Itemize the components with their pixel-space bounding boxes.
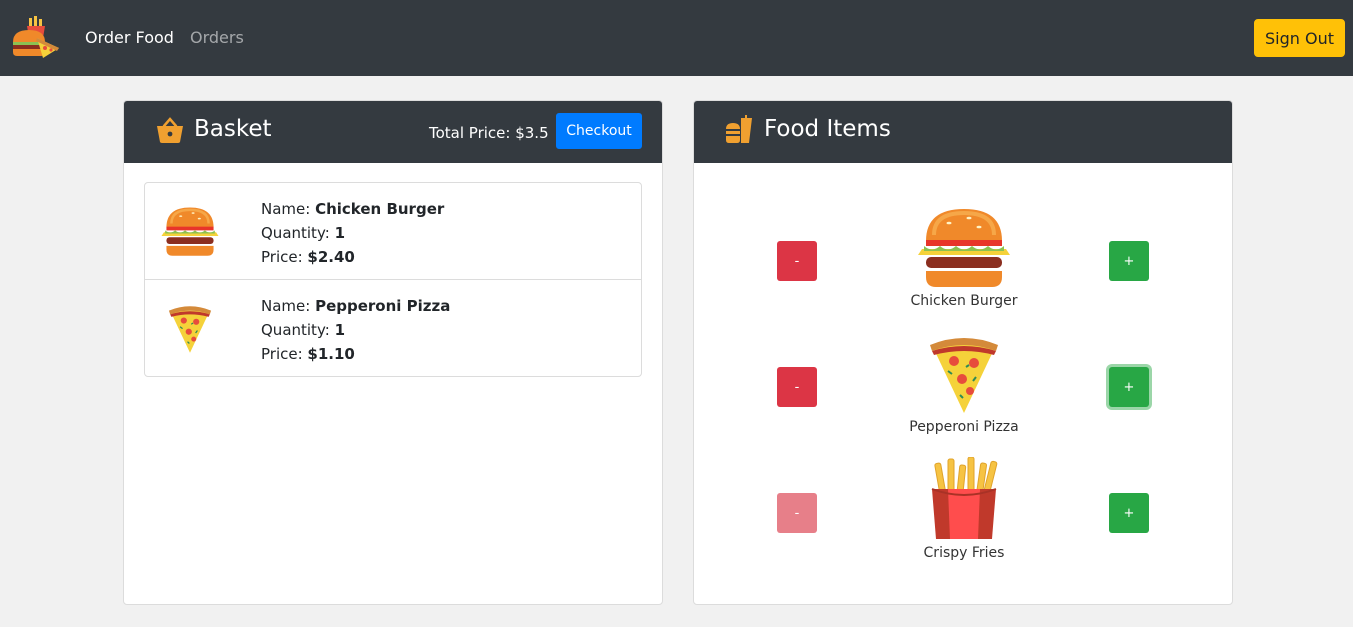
item-price-label: Price: (261, 248, 308, 266)
fast-food-icon (724, 115, 754, 145)
item-price-value: $2.40 (307, 248, 355, 266)
item-quantity-value: 1 (334, 224, 345, 242)
brand-logo-icon[interactable] (11, 16, 61, 58)
basket-item: Name: Pepperoni Pizza Quantity: 1 Price:… (145, 280, 641, 376)
decrease-quantity-button[interactable]: - (777, 241, 817, 281)
decrease-quantity-button[interactable]: - (777, 493, 817, 533)
item-quantity-value: 1 (334, 321, 345, 339)
decrease-quantity-button[interactable]: - (777, 367, 817, 407)
basket-title: Basket (194, 116, 272, 142)
nav-link-order-food[interactable]: Order Food (85, 28, 174, 48)
food-item-name: Chicken Burger (910, 293, 1018, 309)
increase-quantity-button[interactable]: + (1109, 493, 1149, 533)
pizza-icon (914, 331, 1014, 415)
item-name-value: Chicken Burger (315, 200, 445, 218)
increase-quantity-button[interactable]: + (1109, 241, 1149, 281)
increase-quantity-button[interactable]: + (1109, 367, 1149, 407)
food-item-row: - Chicken Burger + (694, 205, 1232, 311)
total-price-text: Total Price: $3.5 (429, 124, 549, 142)
top-navbar: Order Food Orders Sign Out (0, 0, 1353, 76)
burger-icon (914, 205, 1014, 289)
basket-item: Name: Chicken Burger Quantity: 1 Price: … (145, 183, 641, 280)
item-price-label: Price: (261, 345, 308, 363)
item-price-value: $1.10 (307, 345, 355, 363)
food-item-row: - Pepperoni Pizza + (694, 331, 1232, 437)
checkout-button[interactable]: Checkout (556, 113, 642, 149)
item-name-label: Name: (261, 200, 316, 218)
basket-icon (155, 115, 185, 145)
nav-link-orders[interactable]: Orders (190, 28, 244, 48)
basket-item-info: Name: Pepperoni Pizza Quantity: 1 Price:… (261, 294, 450, 366)
item-name-label: Name: (261, 297, 316, 315)
food-item-name: Pepperoni Pizza (909, 419, 1019, 435)
item-name-value: Pepperoni Pizza (315, 297, 451, 315)
food-item-name: Crispy Fries (923, 545, 1005, 561)
pizza-icon (159, 300, 221, 356)
basket-card-header: Basket Total Price: $3.5 Checkout (124, 101, 662, 163)
burger-icon (159, 203, 221, 259)
basket-card: Basket Total Price: $3.5 Checkout Name: … (123, 100, 663, 605)
sign-out-button[interactable]: Sign Out (1254, 19, 1345, 57)
fries-icon (914, 457, 1014, 541)
food-items-card-header: Food Items (694, 101, 1232, 163)
basket-item-info: Name: Chicken Burger Quantity: 1 Price: … (261, 197, 444, 269)
basket-item-list: Name: Chicken Burger Quantity: 1 Price: … (144, 182, 642, 377)
item-quantity-label: Quantity: (261, 321, 335, 339)
food-items-title: Food Items (764, 116, 891, 142)
item-quantity-label: Quantity: (261, 224, 335, 242)
food-items-card: Food Items - Chicken Burger + - Pepperon… (693, 100, 1233, 605)
food-item-row: - Crispy Fries + (694, 457, 1232, 563)
